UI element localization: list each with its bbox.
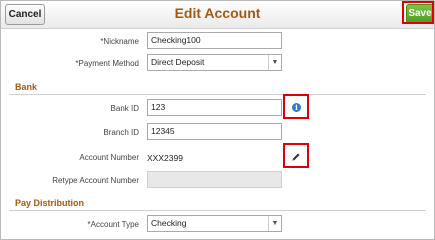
dialog-header: Cancel Edit Account Save xyxy=(1,1,434,29)
payment-method-select[interactable]: Direct Deposit ▼ xyxy=(147,54,282,71)
chevron-down-icon: ▼ xyxy=(268,55,281,70)
save-highlight-box xyxy=(402,1,434,24)
section-divider xyxy=(9,94,426,95)
nickname-label: *Nickname xyxy=(100,37,139,46)
payment-method-value: Direct Deposit xyxy=(151,57,205,67)
nickname-input[interactable]: Checking100 xyxy=(147,32,282,49)
branch-id-input[interactable]: 12345 xyxy=(147,123,282,140)
chevron-down-icon: ▼ xyxy=(268,216,281,231)
pay-distribution-section-title: Pay Distribution xyxy=(15,198,85,208)
page-title: Edit Account xyxy=(174,5,261,21)
account-type-value: Checking xyxy=(151,218,187,228)
bank-id-input[interactable]: 123 xyxy=(147,99,282,116)
bank-id-label: Bank ID xyxy=(110,104,139,113)
account-number-label: Account Number xyxy=(79,153,139,162)
section-divider xyxy=(9,210,426,211)
bank-section-title: Bank xyxy=(15,82,38,92)
retype-account-number-label: Retype Account Number xyxy=(52,176,139,185)
info-highlight-box xyxy=(283,94,309,119)
account-number-value: XXX2399 xyxy=(147,153,183,163)
edit-account-dialog: Cancel Edit Account Save *Nickname Check… xyxy=(0,0,435,240)
edit-highlight-box xyxy=(283,143,309,168)
payment-method-label: *Payment Method xyxy=(75,59,139,68)
account-type-select[interactable]: Checking ▼ xyxy=(147,215,282,232)
branch-id-label: Branch ID xyxy=(103,128,139,137)
account-type-label: *Account Type xyxy=(87,220,139,229)
retype-account-number-input xyxy=(147,171,282,188)
